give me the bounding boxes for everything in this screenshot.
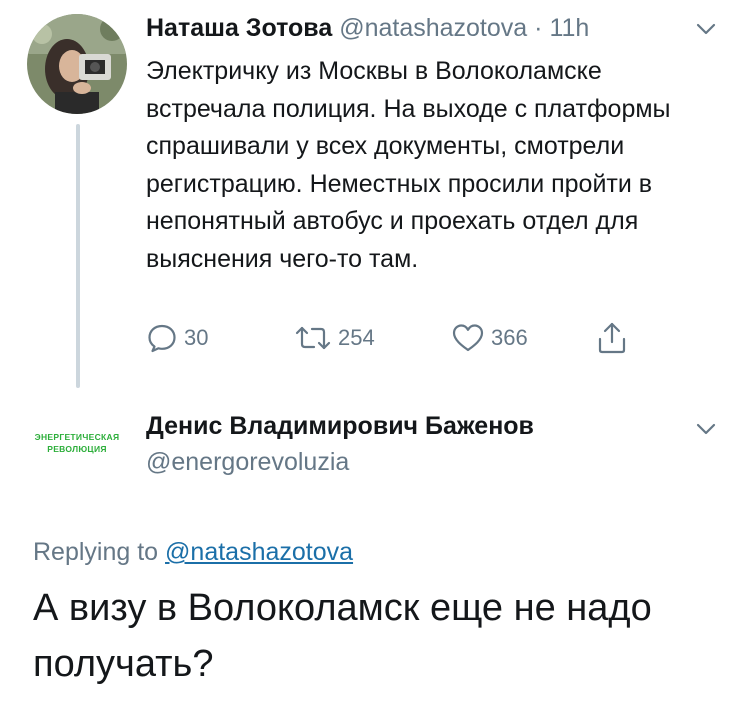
reply-count: 30 bbox=[184, 325, 209, 350]
retweet-button[interactable]: 254 bbox=[294, 318, 375, 358]
avatar-photo bbox=[27, 14, 127, 114]
tweet-text: Электричку из Москвы в Волоколамске встр… bbox=[146, 57, 671, 273]
author-avatar[interactable] bbox=[27, 14, 127, 114]
chevron-down-icon[interactable] bbox=[695, 18, 717, 40]
author-name[interactable]: Наташа Зотова bbox=[146, 14, 332, 42]
retweet-count: 254 bbox=[338, 325, 375, 350]
reply-text: А визу в Волоколамск еще не надо получат… bbox=[33, 587, 652, 685]
reply-icon bbox=[146, 322, 178, 354]
tweet-actions: 30 254 366 bbox=[146, 318, 666, 358]
replying-prefix: Replying to bbox=[33, 538, 159, 566]
reply-author-name[interactable]: Денис Владимирович Баженов bbox=[146, 408, 534, 444]
original-tweet[interactable]: Наташа Зотова @natashazotova · 11h Элект… bbox=[0, 0, 750, 395]
tweet-header: Наташа Зотова @natashazotova · 11h bbox=[146, 10, 589, 46]
avatar-logo-text-line1: ЭНЕРГЕТИЧЕСКАЯ bbox=[34, 432, 120, 442]
thread-connector-line bbox=[76, 124, 80, 388]
heart-icon bbox=[451, 322, 485, 354]
reply-author-avatar[interactable]: ЭНЕРГЕТИЧЕСКАЯ РЕВОЛЮЦИЯ bbox=[25, 418, 129, 468]
reply-button[interactable]: 30 bbox=[146, 318, 208, 358]
replying-to-link[interactable]: @natashazotova bbox=[165, 538, 353, 566]
chevron-down-icon[interactable] bbox=[695, 418, 717, 440]
share-icon bbox=[596, 321, 628, 355]
author-handle[interactable]: @natashazotova bbox=[339, 14, 527, 42]
avatar-logo-text-line2: РЕВОЛЮЦИЯ bbox=[47, 444, 107, 454]
replying-to-line: Replying to @natashazotova bbox=[33, 534, 353, 570]
reply-author-handle[interactable]: @energorevoluzia bbox=[146, 444, 349, 480]
like-count: 366 bbox=[491, 325, 528, 350]
separator-dot: · bbox=[534, 14, 543, 42]
like-button[interactable]: 366 bbox=[451, 318, 528, 358]
share-button[interactable] bbox=[596, 318, 628, 358]
retweet-icon bbox=[294, 322, 332, 354]
tweet-timestamp[interactable]: 11h bbox=[549, 14, 589, 42]
